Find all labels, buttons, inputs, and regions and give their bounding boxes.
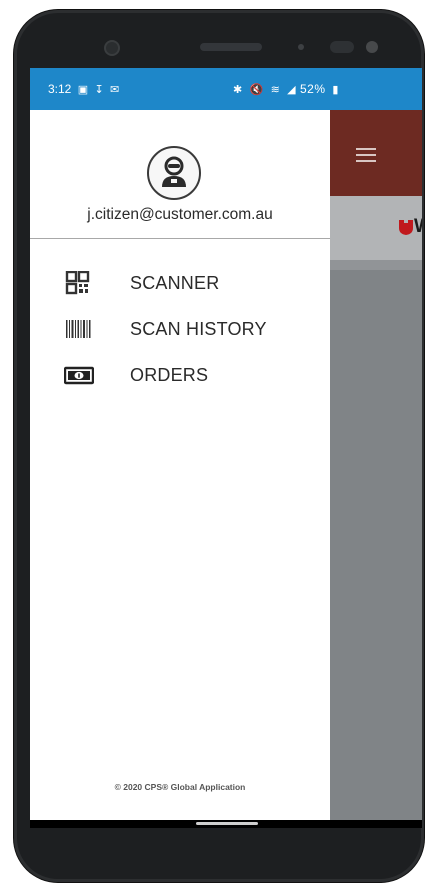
front-camera [106, 42, 118, 54]
status-right: ✱ 🔇 ≋ ◢ 52% ▮ [230, 68, 339, 111]
status-bar: 3:12 ▣ ↧ ✉ ✱ 🔇 ≋ ◢ 52% ▮ [30, 68, 422, 110]
drawer-menu: SCANNER SCAN HISTORY ORDERS [30, 260, 330, 398]
menu-item-scan-history[interactable]: SCAN HISTORY [30, 306, 330, 352]
user-avatar-icon [162, 156, 186, 187]
status-left: 3:12 ▣ ↧ ✉ [48, 68, 119, 111]
mute-icon: 🔇 [249, 84, 264, 96]
app-header-dimmed [330, 110, 422, 196]
mail-icon: ✉ [110, 84, 120, 96]
app-divider-dimmed [330, 260, 422, 270]
phone-screen: 3:12 ▣ ↧ ✉ ✱ 🔇 ≋ ◢ 52% ▮ W [30, 68, 422, 820]
earpiece-speaker [200, 43, 262, 51]
hamburger-menu-icon[interactable] [356, 148, 376, 162]
brand-wordmark: W [414, 216, 422, 238]
light-sensor [330, 41, 354, 53]
bluetooth-icon: ✱ [233, 84, 243, 96]
system-navigation-bar [30, 820, 422, 828]
barcode-icon [66, 320, 91, 338]
download-icon: ↧ [94, 84, 104, 96]
proximity-sensor [298, 44, 304, 50]
footer-copyright: © 2020 CPS® Global Application [114, 782, 246, 792]
user-email: j.citizen@customer.com.au [87, 206, 273, 223]
qr-code-icon [65, 271, 90, 295]
navigation-drawer: j.citizen@customer.com.au SCANNER SCAN H… [30, 110, 330, 820]
secondary-camera [366, 41, 378, 53]
menu-label-scanner: SCANNER [130, 273, 220, 293]
signal-icon: ◢ [287, 84, 297, 96]
avatar[interactable] [147, 146, 201, 200]
battery-percent: 52% [299, 82, 326, 96]
banknote-icon [64, 366, 94, 385]
menu-item-scanner[interactable]: SCANNER [30, 260, 330, 306]
menu-label-scan-history: SCAN HISTORY [130, 319, 267, 339]
menu-item-orders[interactable]: ORDERS [30, 352, 330, 398]
home-gesture-pill[interactable] [196, 822, 258, 825]
status-time: 3:12 [48, 82, 72, 96]
menu-label-orders: ORDERS [130, 365, 209, 385]
gallery-icon: ▣ [77, 84, 89, 96]
drawer-header: j.citizen@customer.com.au [30, 110, 330, 239]
battery-icon: ▮ [332, 84, 339, 96]
wifi-icon: ≋ [270, 84, 281, 96]
